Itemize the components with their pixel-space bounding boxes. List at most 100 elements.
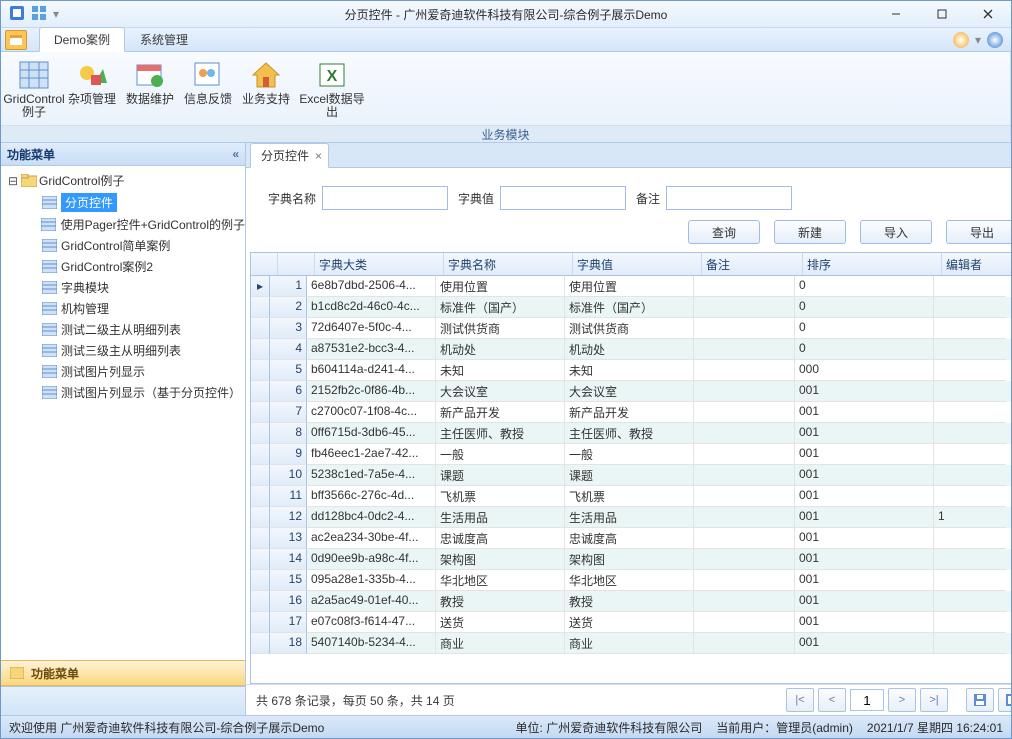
cell-name: 测试供货商 [436, 318, 565, 339]
ribbon-data[interactable]: 数据维护 [121, 54, 179, 123]
table-row[interactable]: 105238c1ed-7a5e-4...课题课题001 [251, 465, 1011, 486]
tree-item[interactable]: GridControl简单案例 [1, 235, 245, 256]
cell-name: 一般 [436, 444, 565, 465]
table-row[interactable]: 13ac2ea234-30be-4f...忠诚度高忠诚度高001 [251, 528, 1011, 549]
row-indicator [251, 444, 270, 465]
cell-editor [934, 318, 1006, 339]
cell-value: 生活用品 [565, 507, 694, 528]
next-page-button[interactable]: > [888, 688, 916, 712]
col-remark[interactable]: 备注 [702, 253, 803, 275]
cell-value: 架构图 [565, 549, 694, 570]
tree-item[interactable]: 测试图片列显示（基于分页控件） [1, 382, 245, 403]
table-row[interactable]: 2b1cd8c2d-46c0-4c...标准件（国产）标准件（国产）0 [251, 297, 1011, 318]
tree-item-label: 测试图片列显示（基于分页控件） [61, 384, 241, 401]
table-row[interactable]: 372d6407e-5f0c-4...测试供货商测试供货商0 [251, 318, 1011, 339]
ribbon-gridcontrol[interactable]: GridControl例子 [5, 54, 63, 123]
tree-item[interactable]: GridControl案例2 [1, 256, 245, 277]
tree-item[interactable]: 字典模块 [1, 277, 245, 298]
ribbon-feedback[interactable]: 信息反馈 [179, 54, 237, 123]
accordion-item[interactable]: 功能菜单 [1, 660, 245, 686]
cell-editor [934, 339, 1006, 360]
row-indicator [251, 360, 270, 381]
pager-info: 共 678 条记录，每页 50 条，共 14 页 [256, 692, 455, 709]
col-editor[interactable]: 编辑者 [942, 253, 1011, 275]
query-button[interactable]: 查询 [688, 220, 760, 244]
tab-system[interactable]: 系统管理 [125, 27, 203, 51]
tree-item[interactable]: 测试图片列显示 [1, 361, 245, 382]
cell-category: bff3566c-276c-4d... [307, 486, 436, 507]
table-row[interactable]: 7c2700c07-1f08-4c...新产品开发新产品开发001 [251, 402, 1011, 423]
col-name[interactable]: 字典名称 [444, 253, 573, 275]
tab-demo[interactable]: Demo案例 [39, 27, 125, 52]
first-page-button[interactable]: |< [786, 688, 814, 712]
tree-item[interactable]: 使用Pager控件+GridControl的例子 [1, 214, 245, 235]
table-row[interactable]: 9fb46eec1-2ae7-42...一般一般001 [251, 444, 1011, 465]
tree-item-label: 使用Pager控件+GridControl的例子 [61, 216, 245, 233]
table-row[interactable]: 12dd128bc4-0dc2-4...生活用品生活用品0011 [251, 507, 1011, 528]
tree-item[interactable]: 机构管理 [1, 298, 245, 319]
help-icon[interactable] [987, 32, 1003, 48]
home-icon [250, 59, 282, 91]
input-dictvalue[interactable] [500, 186, 626, 210]
col-value[interactable]: 字典值 [573, 253, 702, 275]
input-dictname[interactable] [322, 186, 448, 210]
cell-category: 2152fb2c-0f86-4b... [307, 381, 436, 402]
input-remark[interactable] [666, 186, 792, 210]
cell-rownum: 3 [270, 318, 307, 339]
table-row[interactable]: 4a87531e2-bcc3-4...机动处机动处0 [251, 339, 1011, 360]
file-menu-button[interactable] [5, 30, 27, 50]
table-row[interactable]: 185407140b-5234-4...商业商业001 [251, 633, 1011, 654]
table-row[interactable]: ▸16e8b7dbd-2506-4...使用位置使用位置0 [251, 276, 1011, 297]
excel-icon: X [316, 59, 348, 91]
tree-root-label: GridControl例子 [39, 172, 124, 189]
row-indicator [251, 297, 270, 318]
skin-icon[interactable] [953, 32, 969, 48]
tree-item[interactable]: 测试二级主从明细列表 [1, 319, 245, 340]
col-sort[interactable]: 排序 [803, 253, 942, 275]
form-icon [41, 239, 57, 253]
ribbon-excel[interactable]: X Excel数据导出 [295, 54, 369, 123]
table-row[interactable]: 62152fb2c-0f86-4b...大会议室大会议室001 [251, 381, 1011, 402]
new-button[interactable]: 新建 [774, 220, 846, 244]
table-row[interactable]: 16a2a5ac49-01ef-40...教授教授001 [251, 591, 1011, 612]
cell-rownum: 12 [270, 507, 307, 528]
ribbon-support[interactable]: 业务支持 [237, 54, 295, 123]
tree-root[interactable]: ⊟ GridControl例子 [1, 170, 245, 191]
cell-rownum: 17 [270, 612, 307, 633]
tree-item[interactable]: 测试三级主从明细列表 [1, 340, 245, 361]
table-row[interactable]: 15095a28e1-335b-4...华北地区华北地区001 [251, 570, 1011, 591]
doc-tab[interactable]: 分页控件 × [250, 143, 329, 168]
cell-sort: 001 [795, 507, 934, 528]
table-row[interactable]: 80ff6715d-3db6-45...主任医师、教授主任医师、教授001 [251, 423, 1011, 444]
cell-value: 未知 [565, 360, 694, 381]
ribbon-misc[interactable]: 杂项管理 [63, 54, 121, 123]
cell-value: 使用位置 [565, 276, 694, 297]
tree-item-label: GridControl案例2 [61, 258, 153, 275]
grid-body[interactable]: ▸16e8b7dbd-2506-4...使用位置使用位置02b1cd8c2d-4… [251, 276, 1011, 683]
cell-value: 教授 [565, 591, 694, 612]
form-icon [41, 218, 57, 232]
last-page-button[interactable]: >| [920, 688, 948, 712]
dropdown-icon[interactable]: ▾ [975, 33, 981, 47]
collapse-icon[interactable]: « [232, 147, 239, 161]
col-category[interactable]: 字典大类 [315, 253, 444, 275]
cell-sort: 001 [795, 633, 934, 654]
expand-icon[interactable]: ⊟ [7, 174, 19, 188]
table-row[interactable]: 5b604114a-d241-4...未知未知000 [251, 360, 1011, 381]
cell-sort: 0 [795, 339, 934, 360]
export-button[interactable]: 导出 [946, 220, 1011, 244]
app-window: ▾ 分页控件 - 广州爱奇迪软件科技有限公司-综合例子展示Demo Demo案例… [0, 0, 1012, 739]
cell-category: 5238c1ed-7a5e-4... [307, 465, 436, 486]
close-icon[interactable]: × [315, 149, 322, 163]
table-row[interactable]: 140d90ee9b-a98c-4f...架构图架构图001 [251, 549, 1011, 570]
cell-rownum: 5 [270, 360, 307, 381]
page-input[interactable] [850, 689, 884, 711]
row-indicator [251, 381, 270, 402]
tree-item[interactable]: 分页控件 [1, 191, 245, 214]
export-icon[interactable] [998, 688, 1011, 712]
import-button[interactable]: 导入 [860, 220, 932, 244]
table-row[interactable]: 17e07c08f3-f614-47...送货送货001 [251, 612, 1011, 633]
table-row[interactable]: 11bff3566c-276c-4d...飞机票飞机票001 [251, 486, 1011, 507]
save-icon[interactable] [966, 688, 994, 712]
prev-page-button[interactable]: < [818, 688, 846, 712]
